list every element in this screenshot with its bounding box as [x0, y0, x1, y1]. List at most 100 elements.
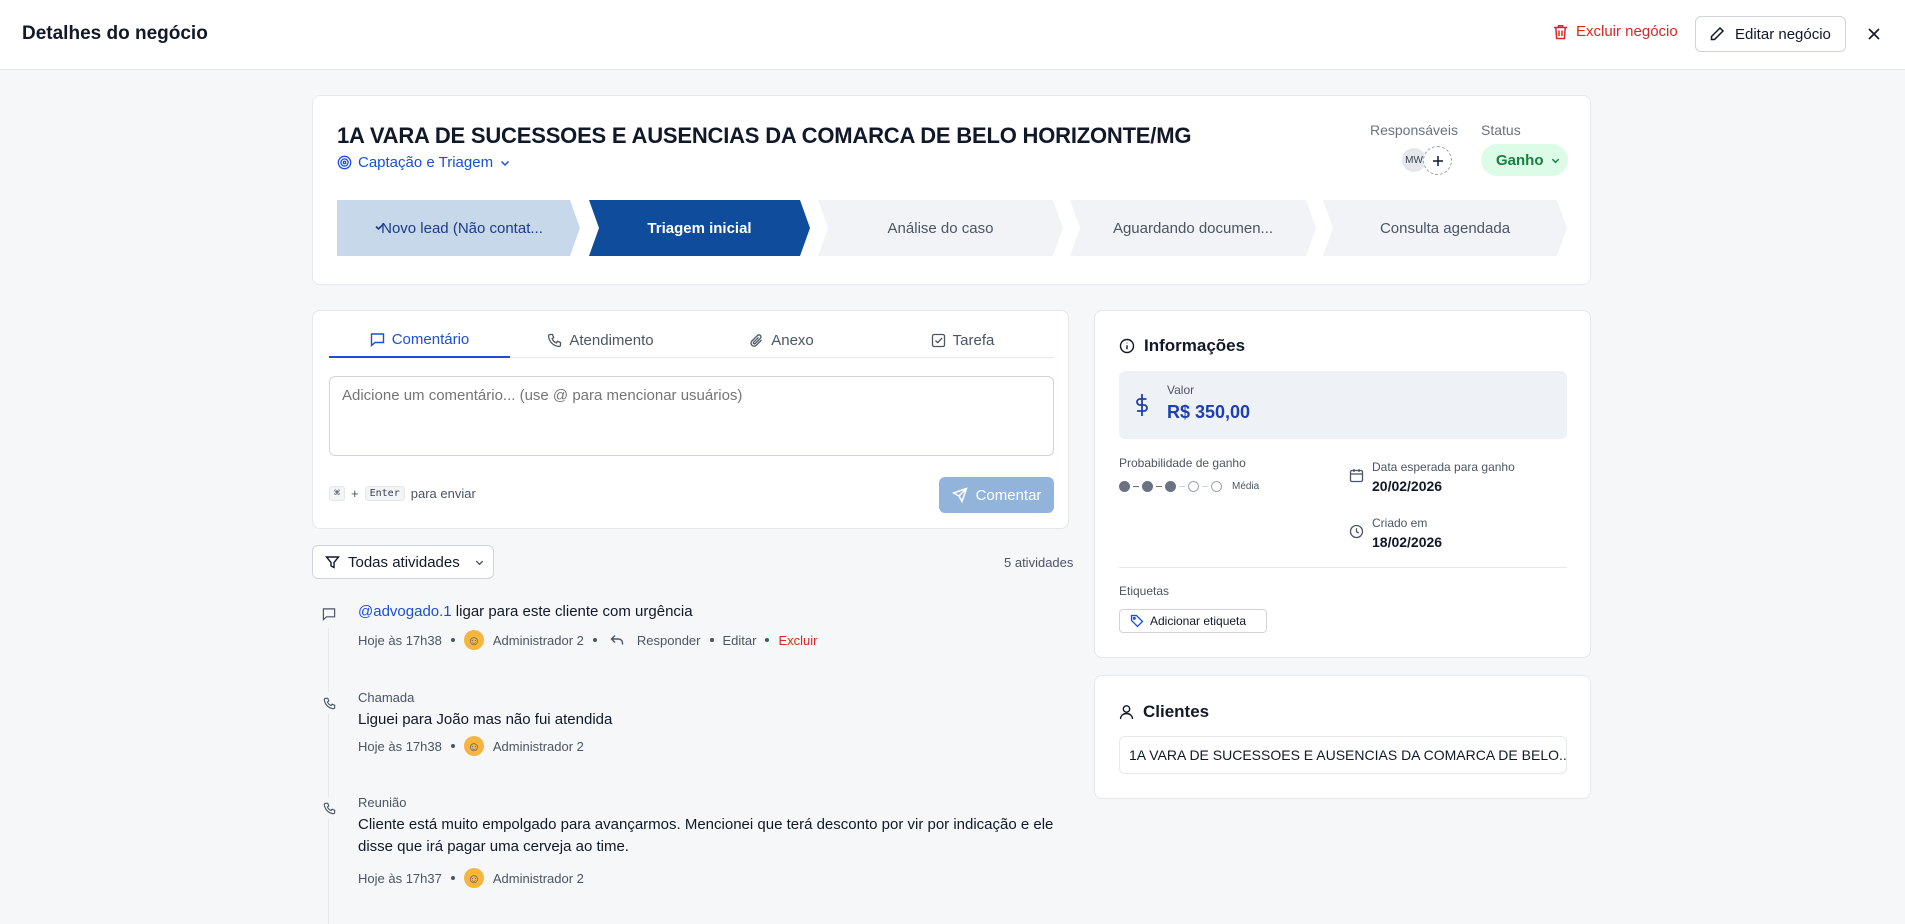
tab-label: Comentário	[391, 331, 470, 348]
page-title: Detalhes do negócio	[22, 23, 208, 44]
send-hint: ⌘ + Enter para enviar	[329, 486, 476, 501]
stage-triagem-inicial[interactable]: Triagem inicial	[589, 200, 810, 256]
close-button[interactable]	[1864, 22, 1884, 46]
responsibles-label: Responsáveis	[1370, 122, 1458, 138]
top-bar: Detalhes do negócio Excluir negócio Edit…	[0, 0, 1905, 70]
activity-meta: Hoje às 17h37 ☺ Administrador 2	[358, 868, 584, 888]
activity-text: Cliente está muito empolgado para avança…	[358, 816, 1054, 855]
deal-card: 1A VARA DE SUCESSOES E AUSENCIAS DA COMA…	[312, 95, 1591, 285]
info-icon	[1119, 338, 1135, 354]
edit-link[interactable]: Editar	[723, 633, 757, 648]
probability-dot	[1188, 481, 1199, 492]
clock-icon	[1349, 524, 1364, 539]
probability-dot	[1142, 481, 1153, 492]
tab-tarefa[interactable]: Tarefa	[872, 323, 1053, 358]
activity-item: @advogado.1 ligar para este cliente com …	[312, 601, 1072, 661]
activity-filter[interactable]: Todas atividades	[312, 545, 494, 579]
phone-icon	[547, 333, 562, 348]
pencil-icon	[1709, 26, 1725, 42]
separator-dot	[450, 638, 455, 642]
separator-dot	[450, 744, 455, 748]
trash-icon	[1553, 24, 1568, 40]
command-key: ⌘	[329, 486, 346, 501]
expected-date: 20/02/2026	[1372, 478, 1443, 494]
activity-meta: Hoje às 17h38 ☺ Administrador 2	[358, 736, 584, 756]
edit-deal-label: Editar negócio	[1735, 25, 1831, 43]
probability-indicator[interactable]: Média	[1119, 481, 1259, 492]
user-icon	[1119, 704, 1134, 720]
enter-key: Enter	[364, 486, 405, 501]
probability-dot	[1119, 481, 1130, 492]
tag-icon	[1130, 614, 1144, 628]
author-avatar: ☺	[463, 630, 484, 650]
add-tag-button[interactable]: Adicionar etiqueta	[1119, 609, 1267, 633]
plus-sign: +	[351, 486, 359, 501]
info-title: Informações	[1119, 336, 1245, 356]
target-icon	[337, 155, 352, 170]
hint-text: para enviar	[410, 486, 476, 501]
tab-label: Anexo	[771, 332, 814, 349]
activity-type: Reunião	[358, 795, 407, 810]
client-item[interactable]: 1A VARA DE SUCESSOES E AUSENCIAS DA COMA…	[1119, 736, 1567, 774]
value-label: Valor	[1167, 383, 1195, 397]
pipeline-name: Captação e Triagem	[358, 154, 494, 171]
activity-type: Chamada	[358, 690, 415, 705]
probability-connector	[1202, 486, 1208, 487]
submit-comment-button[interactable]: Comentar	[939, 477, 1054, 513]
author-avatar: ☺	[463, 868, 484, 888]
probability-connector	[1156, 486, 1162, 487]
status-dropdown[interactable]: Ganho	[1481, 144, 1568, 176]
add-responsible-button[interactable]	[1423, 146, 1452, 175]
tab-atendimento[interactable]: Atendimento	[510, 323, 691, 358]
probability-connector	[1179, 486, 1185, 487]
tab-comentario[interactable]: Comentário	[329, 323, 510, 358]
stage-consulta-agendada[interactable]: Consulta agendada	[1323, 200, 1567, 256]
stage-label: Novo lead (Não contat...	[381, 219, 543, 237]
user-mention[interactable]: @advogado.1	[358, 603, 452, 620]
created-date: 18/02/2026	[1372, 534, 1443, 550]
edit-deal-button[interactable]: Editar negócio	[1695, 16, 1846, 52]
probability-connector	[1133, 486, 1139, 487]
activity-text: @advogado.1 ligar para este cliente com …	[358, 603, 693, 620]
message-icon	[370, 332, 385, 347]
send-icon	[951, 487, 968, 503]
status-value: Ganho	[1496, 151, 1544, 169]
separator-dot	[765, 638, 770, 642]
separator-dot	[450, 876, 455, 880]
deal-value: R$ 350,00	[1167, 402, 1251, 422]
delete-deal-button[interactable]: Excluir negócio	[1553, 23, 1678, 40]
activity-time: Hoje às 17h38	[358, 632, 442, 648]
phone-icon	[318, 797, 340, 819]
probability-label: Probabilidade de ganho	[1119, 456, 1246, 470]
stage-label: Aguardando documen...	[1112, 219, 1274, 237]
comment-input[interactable]	[329, 376, 1054, 456]
tab-anexo[interactable]: Anexo	[691, 323, 872, 358]
activity-count: 5 atividades	[1004, 555, 1074, 570]
activity-item: Reunião Cliente está muito empolgado par…	[312, 793, 1072, 893]
submit-label: Comentar	[975, 486, 1042, 504]
clients-card: Clientes 1A VARA DE SUCESSOES E AUSENCIA…	[1094, 675, 1591, 799]
probability-dot	[1165, 481, 1176, 492]
paperclip-icon	[749, 333, 764, 348]
stage-label: Consulta agendada	[1379, 219, 1511, 237]
activity-meta: Hoje às 17h38 ☺ Administrador 2 Responde…	[358, 630, 817, 650]
activity-author: Administrador 2	[492, 738, 584, 754]
activity-time: Hoje às 17h38	[358, 738, 442, 754]
reply-link[interactable]: Responder	[637, 633, 701, 648]
activity-author: Administrador 2	[492, 870, 584, 886]
chevron-down-icon	[474, 557, 485, 568]
stage-label: Análise do caso	[887, 219, 994, 237]
filter-icon	[325, 555, 340, 570]
created-label: Criado em	[1372, 516, 1428, 530]
expected-date-label: Data esperada para ganho	[1372, 460, 1515, 474]
delete-link[interactable]: Excluir	[778, 633, 817, 648]
calendar-icon	[1349, 468, 1364, 483]
status-label: Status	[1481, 122, 1521, 138]
author-avatar: ☺	[463, 736, 484, 756]
pipeline-selector[interactable]: Captação e Triagem	[337, 154, 511, 171]
stage-novo-lead[interactable]: Novo lead (Não contat...	[337, 200, 580, 256]
chevron-down-icon	[1550, 155, 1561, 166]
activity-author: Administrador 2	[492, 632, 584, 648]
stage-analise-do-caso[interactable]: Análise do caso	[818, 200, 1063, 256]
stage-aguardando-documentos[interactable]: Aguardando documen...	[1070, 200, 1316, 256]
